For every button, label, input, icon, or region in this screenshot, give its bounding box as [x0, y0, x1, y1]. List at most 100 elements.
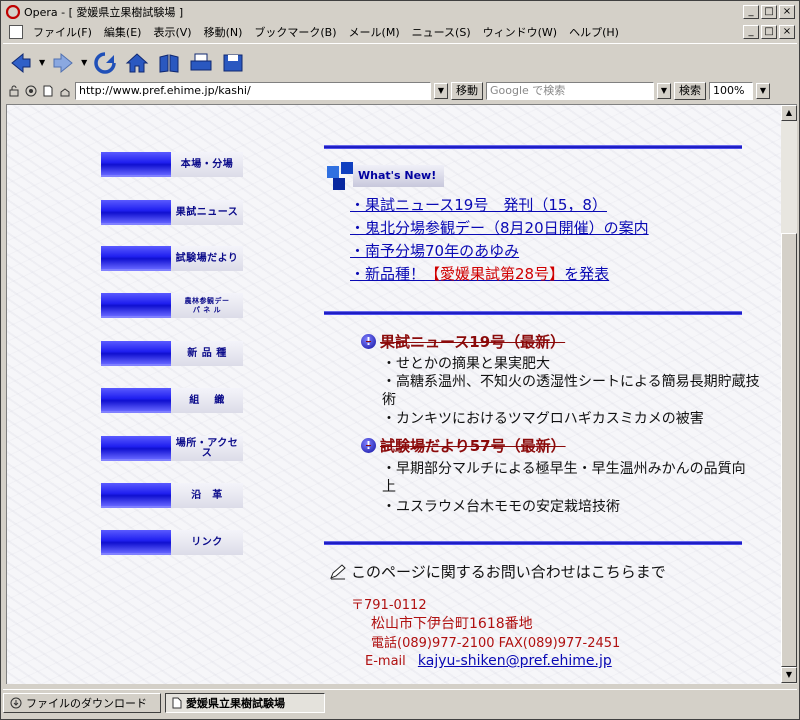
news-link-open-day[interactable]: ・鬼北分場参観デー（8月20日開催）の案内 — [350, 217, 649, 238]
title-bar: Opera - [ 愛媛県立果樹試験場 ] _ □ × — [3, 3, 797, 21]
back-arrow-icon — [11, 52, 31, 73]
close-button[interactable]: × — [779, 5, 795, 19]
menu-view[interactable]: 表示(V) — [147, 24, 197, 40]
nav-bar-graphic — [101, 530, 171, 555]
user-icon[interactable] — [58, 84, 72, 98]
section-title-fruit-news[interactable]: ! 果試ニュース19号（最新） — [361, 331, 565, 352]
reload-button[interactable] — [91, 49, 119, 77]
section-title-station-letter[interactable]: ! 試験場だより57号（最新） — [361, 435, 566, 456]
nav-label: 新 品 種 — [171, 341, 243, 366]
doc-restore-button[interactable]: □ — [761, 25, 777, 39]
maximize-button[interactable]: □ — [761, 5, 777, 19]
page-tab-label: 愛媛県立果樹試験場 — [186, 696, 285, 710]
nav-label: 本場・分場 — [171, 152, 243, 177]
downloads-tab[interactable]: ファイルのダウンロード — [3, 692, 161, 713]
nav-label: 果試ニュース — [171, 200, 243, 225]
nav-label: 場所・アクセス — [171, 436, 243, 461]
nav-bar-graphic — [101, 246, 171, 271]
news-link-70-years[interactable]: ・南予分場70年のあゆみ — [350, 240, 519, 261]
zoom-dropdown[interactable]: ▼ — [756, 83, 770, 99]
menu-edit[interactable]: 編集(E) — [98, 24, 148, 40]
forward-dropdown-icon[interactable]: ▼ — [81, 58, 87, 67]
divider-rule — [324, 311, 742, 315]
scroll-down-button[interactable]: ▼ — [781, 667, 797, 683]
blue-squares-icon — [327, 162, 355, 190]
nav-station-letter[interactable]: 試験場だより — [101, 246, 243, 271]
nav-bar-graphic — [101, 388, 171, 413]
vertical-scrollbar[interactable]: ▲ ▼ — [781, 104, 797, 684]
nav-links[interactable]: リンク — [101, 530, 243, 555]
email-link[interactable]: kajyu-shiken@pref.ehime.jp — [418, 653, 612, 669]
home-button[interactable] — [123, 49, 151, 77]
exclamation-icon: ! — [361, 334, 376, 349]
nav-label: リンク — [171, 530, 243, 555]
nav-main-branch[interactable]: 本場・分場 — [101, 152, 243, 177]
go-button[interactable]: 移動 — [451, 82, 483, 100]
page-tab-icon — [172, 697, 182, 708]
phone-fax: 電話(089)977-2100 FAX(089)977-2451 — [371, 636, 621, 651]
forward-button[interactable] — [49, 49, 77, 77]
nav-toolbar: ▼ ▼ — [3, 43, 797, 81]
nav-open-day-panel[interactable]: 農林参観デー パ ネ ル — [101, 293, 243, 318]
postal-code: 〒791-0112 — [351, 598, 427, 613]
url-dropdown[interactable]: ▼ — [434, 83, 448, 99]
news-link-text: ・新品種！ — [350, 265, 426, 283]
nav-access[interactable]: 場所・アクセス — [101, 436, 243, 461]
menu-window[interactable]: ウィンドウ(W) — [477, 24, 563, 40]
zoom-input[interactable]: 100% — [709, 82, 753, 100]
cookie-icon[interactable] — [24, 84, 38, 98]
search-button[interactable]: 検索 — [674, 82, 706, 100]
pencil-note-icon — [330, 563, 346, 579]
scroll-thumb[interactable] — [781, 233, 797, 667]
opera-logo-icon — [5, 4, 21, 20]
save-icon — [223, 54, 243, 71]
search-input[interactable]: Google で検索 — [486, 82, 654, 100]
browser-window: Opera - [ 愛媛県立果樹試験場 ] _ □ × ファイル(F) 編集(E… — [0, 0, 800, 720]
search-engine-dropdown[interactable]: ▼ — [657, 83, 671, 99]
home-icon — [126, 52, 149, 72]
menu-news[interactable]: ニュース(S) — [406, 24, 477, 40]
contact-heading: このページに関するお問い合わせはこちらまで — [329, 561, 666, 582]
nav-history[interactable]: 沿 革 — [101, 483, 243, 508]
page-tab[interactable]: 愛媛県立果樹試験場 — [165, 692, 325, 713]
contact-heading-text: このページに関するお問い合わせはこちらまで — [351, 563, 666, 581]
news-link-text: を発表 — [564, 265, 610, 283]
news-link-new-variety[interactable]: ・新品種！【愛媛果試第28号】を発表 — [350, 263, 609, 284]
menu-bookmarks[interactable]: ブックマーク(B) — [248, 24, 342, 40]
scroll-up-button[interactable]: ▲ — [781, 105, 797, 121]
back-button[interactable] — [7, 49, 35, 77]
window-title: Opera - [ 愛媛県立果樹試験場 ] — [24, 6, 184, 19]
nav-bar-graphic — [101, 436, 171, 461]
downloads-label: ファイルのダウンロード — [26, 696, 147, 710]
nav-bar-graphic — [101, 152, 171, 177]
news-link-fruit-news[interactable]: ・果試ニュース19号 発刊（15，8） — [350, 194, 607, 215]
whats-new-label: What's New! — [353, 165, 445, 187]
minimize-button[interactable]: _ — [743, 5, 759, 19]
menu-file[interactable]: ファイル(F) — [27, 24, 98, 40]
nav-organization[interactable]: 組 織 — [101, 388, 243, 413]
menu-mail[interactable]: メール(M) — [343, 24, 406, 40]
nav-bar-graphic — [101, 341, 171, 366]
security-icon[interactable] — [7, 84, 21, 98]
email-label: E-mail — [365, 654, 406, 669]
document-icon[interactable] — [41, 84, 55, 98]
print-button[interactable] — [187, 49, 215, 77]
back-dropdown-icon[interactable]: ▼ — [39, 58, 45, 67]
save-button[interactable] — [219, 49, 247, 77]
section-title-text: 試験場だより57号（最新） — [380, 437, 566, 455]
url-input[interactable]: http://www.pref.ehime.jp/kashi/ — [75, 82, 431, 100]
doc-close-button[interactable]: × — [779, 25, 795, 39]
nav-fruit-news[interactable]: 果試ニュース — [101, 200, 243, 225]
nav-label: 沿 革 — [171, 483, 243, 508]
whats-new-header: What's New! — [327, 161, 445, 191]
news-link-highlight: 【愛媛果試第28号】 — [425, 265, 565, 283]
section-title-text: 果試ニュース19号（最新） — [380, 333, 566, 351]
menu-navigate[interactable]: 移動(N) — [198, 24, 249, 40]
nav-new-variety[interactable]: 新 品 種 — [101, 341, 243, 366]
section-bullet: ・早期部分マルチによる極早生・早生温州みかんの品質向上 — [382, 461, 746, 495]
doc-minimize-button[interactable]: _ — [743, 25, 759, 39]
hotlist-button[interactable] — [155, 49, 183, 77]
section-bullet: ・せとかの摘果と果実肥大 — [382, 356, 550, 372]
section-bullet: ・ユスラウメ台木モモの安定栽培技術 — [382, 499, 620, 515]
menu-help[interactable]: ヘルプ(H) — [563, 24, 625, 40]
